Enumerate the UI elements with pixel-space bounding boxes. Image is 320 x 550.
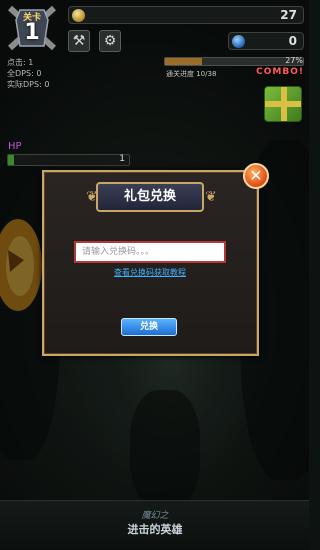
hp-bar: 1 [7, 154, 130, 166]
settings-button[interactable]: ⚙ [99, 30, 121, 52]
hammer-icon: ⚒ [72, 33, 86, 49]
hp-value: 1 [119, 154, 125, 164]
title-ornament-left-icon: ❦ [86, 189, 98, 205]
hp-icon: HP [8, 141, 22, 152]
stat-total-dps: 全DPS: 0 [7, 69, 42, 78]
stage-progress-fill [165, 58, 203, 65]
title-ornament-right-icon: ❦ [205, 189, 217, 205]
level-badge [7, 5, 57, 51]
logo-line2: 进击的英雄 [127, 523, 183, 536]
dialog-title: 礼包兑换 [96, 182, 204, 212]
gem-bar: 0 [228, 32, 304, 50]
close-button[interactable]: ✕ [243, 163, 269, 189]
gem-value: 0 [288, 34, 297, 48]
gold-value: 27 [280, 8, 297, 22]
gold-bar: 27 [68, 6, 304, 24]
coin-icon [72, 9, 85, 22]
player-stats: 点击: 1 全DPS: 0 实际DPS: 0 [7, 57, 49, 90]
combo-text: COMBO! [256, 67, 304, 77]
gift-box-button[interactable] [264, 86, 302, 122]
stage-progress-bar [164, 57, 304, 66]
level-shield [15, 9, 49, 47]
close-icon: ✕ [249, 166, 263, 185]
logo-line1: 魔幻之 [141, 511, 169, 521]
redeem-button[interactable]: 兑换 [121, 318, 177, 336]
redeem-tutorial-link[interactable]: 查看兑换码获取教程 [74, 267, 226, 278]
hp-bar-fill [8, 155, 14, 165]
game-logo: 魔幻之 进击的英雄 [118, 508, 192, 546]
gem-icon [232, 35, 245, 48]
stat-clicks: 点击: 1 [7, 58, 34, 67]
redeem-code-input[interactable] [74, 241, 226, 263]
boss-progress-label: 通关进度 10/38 [166, 70, 217, 78]
gear-icon: ⚙ [103, 33, 117, 49]
stat-real-dps: 实际DPS: 0 [7, 80, 50, 89]
hammer-button[interactable]: ⚒ [68, 30, 90, 52]
stage-progress-percent: 27% [285, 56, 303, 65]
